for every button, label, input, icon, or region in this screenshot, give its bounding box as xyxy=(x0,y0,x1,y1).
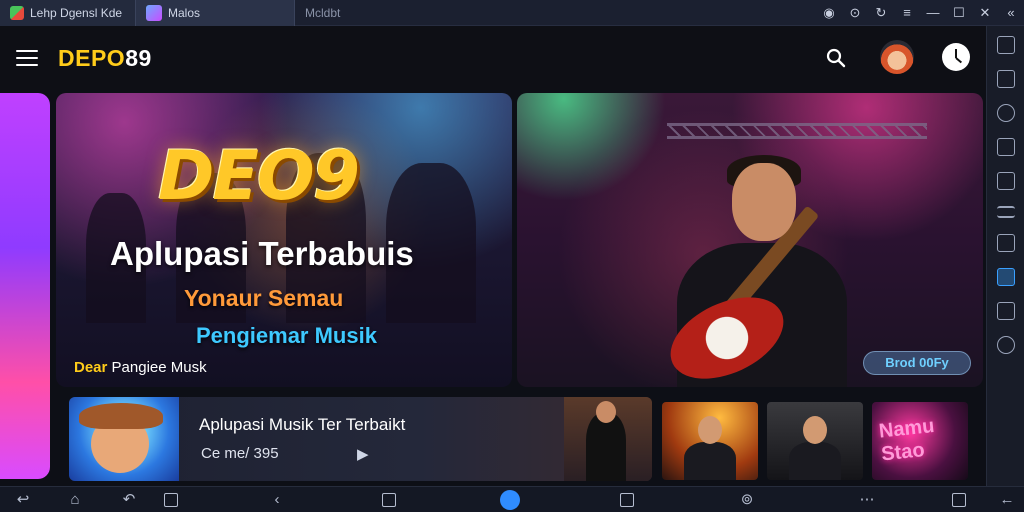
location-icon[interactable] xyxy=(996,104,1015,122)
brand-prefix: DEPO xyxy=(58,44,126,71)
nav-box-icon[interactable] xyxy=(620,493,634,507)
banner-promo[interactable]: DEO9 Aplupasi Terbabuis Yonaur Semau Pen… xyxy=(56,93,512,387)
tab-emulator-home[interactable]: Lehp Dgensl Kde xyxy=(0,0,135,26)
nav-location-icon[interactable]: ⊚ xyxy=(738,491,756,509)
brand-suffix: 89 xyxy=(125,44,152,71)
musician-thumbnail xyxy=(564,397,652,481)
record-icon[interactable]: ◉ xyxy=(816,0,842,26)
multi-instance-icon[interactable] xyxy=(996,302,1015,320)
close-icon[interactable]: ✕ xyxy=(972,0,998,26)
emulator-sidebar xyxy=(986,26,1024,486)
bottom-nav-bar: ↩ ⌂ ↶ ‹ ⊚ ⋯ ← xyxy=(0,486,1024,512)
banner-logo: DEO9 xyxy=(158,137,360,216)
music-tile[interactable] xyxy=(662,402,758,480)
cartoon-thumbnail xyxy=(69,397,179,481)
banner-tagline: Pengiemar Musik xyxy=(196,323,377,348)
screenshot-icon[interactable] xyxy=(996,70,1015,88)
minimize-icon[interactable]: — xyxy=(920,0,946,26)
banner-subheadline: Yonaur Semau xyxy=(184,285,344,311)
row-meta: Ce me/ 395 xyxy=(201,445,279,462)
maximize-icon[interactable]: ☐ xyxy=(946,0,972,26)
featured-row-card[interactable]: Aplupasi Musik Ter Terbaikt Ce me/ 395 ▶ xyxy=(69,397,652,481)
tab-label: Mcldbt xyxy=(305,5,341,20)
carousel-previous-slide[interactable] xyxy=(0,93,50,479)
nav-back-icon[interactable]: ‹ xyxy=(268,491,286,509)
tab-app[interactable]: Malos xyxy=(135,0,295,26)
nav-arrow-icon[interactable]: ← xyxy=(998,491,1016,509)
folder-icon[interactable] xyxy=(996,234,1015,252)
clock-icon[interactable] xyxy=(942,43,970,71)
music-tile[interactable] xyxy=(767,402,863,480)
guitarist-illustration xyxy=(637,133,877,387)
tab-label: Malos xyxy=(168,5,201,20)
fullscreen-icon[interactable] xyxy=(996,36,1015,54)
apk-icon[interactable] xyxy=(996,268,1015,286)
banner-footer-prefix: Dear xyxy=(74,359,108,376)
music-tile[interactable]: Namu Stao xyxy=(872,402,968,480)
search-icon[interactable] xyxy=(826,48,846,68)
tile-label: Namu Stao xyxy=(877,414,936,466)
brand-logo[interactable]: DEPO89 xyxy=(58,45,152,72)
title-bar: Lehp Dgensl Kde Malos Mcldbt ◉ ⊙ ↻ ≡ — ☐… xyxy=(0,0,1024,26)
sync-icon[interactable]: ↻ xyxy=(868,0,894,26)
play-arrow-icon[interactable]: ▶ xyxy=(357,445,369,463)
banner-badge[interactable]: Brod 00Fy xyxy=(863,351,971,375)
undo-icon[interactable]: ↶ xyxy=(120,491,138,509)
banner-footer-text: Pangiee Musk xyxy=(111,359,207,376)
row-title: Aplupasi Musik Ter Terbaikt xyxy=(199,415,406,434)
app-header: DEPO89 xyxy=(0,26,986,90)
hamburger-menu-icon[interactable] xyxy=(16,50,38,66)
banner-footer: Dear Pangiee Musk xyxy=(74,359,207,376)
nav-square-icon[interactable] xyxy=(382,493,396,507)
resize-icon[interactable] xyxy=(996,172,1015,190)
recents-icon[interactable] xyxy=(164,493,178,507)
media-icon[interactable] xyxy=(996,138,1015,156)
avatar[interactable] xyxy=(880,40,914,74)
collapse-sidebar-icon[interactable]: « xyxy=(998,0,1024,26)
home-icon[interactable]: ⌂ xyxy=(66,491,84,509)
banner-guitarist[interactable]: Brod 00Fy xyxy=(517,93,983,387)
tab-label: Lehp Dgensl Kde xyxy=(30,5,123,20)
nav-center-icon[interactable] xyxy=(500,490,520,510)
settings-lines-icon[interactable] xyxy=(996,206,1015,218)
alert-icon[interactable]: ⊙ xyxy=(842,0,868,26)
nav-more-icon[interactable]: ⋯ xyxy=(858,491,876,509)
tab-third[interactable]: Mcldbt xyxy=(295,0,475,26)
emulator-logo-icon xyxy=(10,5,24,20)
macro-icon[interactable] xyxy=(996,336,1015,354)
emulator-window: Lehp Dgensl Kde Malos Mcldbt ◉ ⊙ ↻ ≡ — ☐… xyxy=(0,0,1024,512)
banner-headline: Aplupasi Terbabuis xyxy=(110,235,414,272)
menu-icon[interactable]: ≡ xyxy=(894,0,920,26)
nav-window-icon[interactable] xyxy=(952,493,966,507)
app-icon xyxy=(146,4,162,21)
back-icon[interactable]: ↩ xyxy=(14,491,32,509)
